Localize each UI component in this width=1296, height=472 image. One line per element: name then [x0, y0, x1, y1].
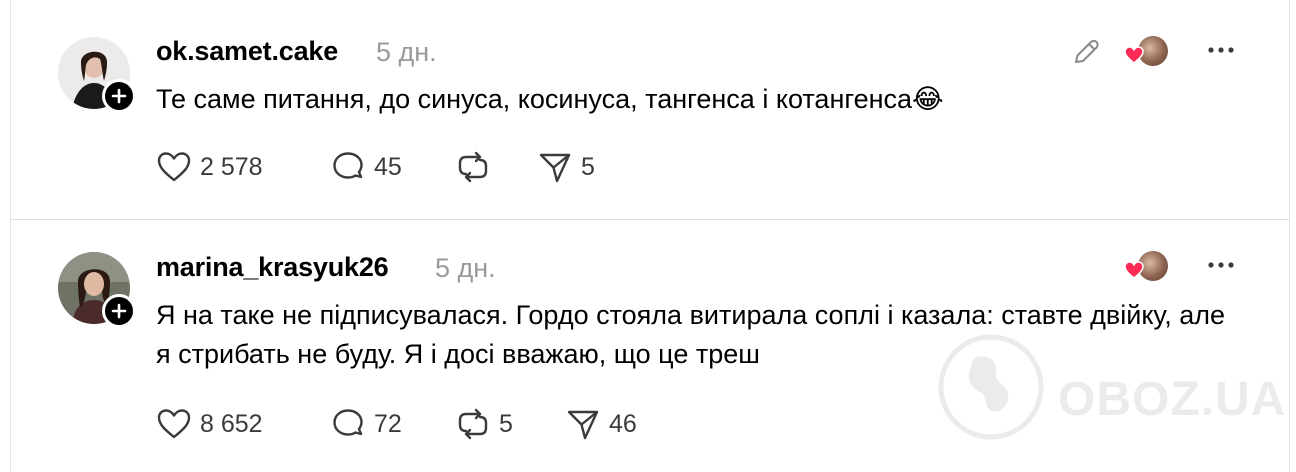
repost-button[interactable]: 5	[455, 407, 513, 441]
share-count: 5	[581, 152, 595, 181]
timestamp: 5 дн.	[376, 37, 437, 67]
repost-button[interactable]	[455, 150, 499, 184]
heart-icon	[1124, 261, 1144, 279]
more-icon[interactable]	[1207, 259, 1235, 271]
heart-icon	[1124, 46, 1144, 64]
share-icon	[567, 410, 599, 440]
timestamp: 5 дн.	[435, 253, 496, 283]
watermark: OBOZ.UA	[932, 322, 1292, 472]
like-button[interactable]: 8 652	[156, 407, 263, 441]
edit-icon[interactable]	[1070, 36, 1102, 68]
liked-by-author-badge	[1124, 36, 1170, 70]
plus-icon	[111, 303, 127, 319]
share-icon	[539, 153, 571, 183]
heart-icon	[157, 409, 191, 439]
repost-icon	[458, 408, 488, 440]
username[interactable]: ok.samet.cake	[156, 36, 338, 67]
post-text: Те саме питання, до синуса, косинуса, та…	[156, 84, 944, 114]
share-count: 46	[609, 409, 637, 438]
like-button[interactable]: 2 578	[156, 150, 263, 184]
comment-icon	[333, 152, 363, 179]
like-count: 2 578	[200, 152, 263, 181]
heart-icon	[157, 152, 191, 182]
left-border	[10, 0, 11, 472]
comment-icon	[333, 409, 363, 436]
like-count: 8 652	[200, 409, 263, 438]
share-button[interactable]: 5	[537, 150, 595, 184]
comment-button[interactable]: 45	[330, 150, 402, 184]
watermark-text: OBOZ.UA	[1058, 373, 1287, 426]
comment-count: 45	[374, 152, 402, 181]
username[interactable]: marina_krasyuk26	[156, 252, 389, 283]
more-icon[interactable]	[1207, 44, 1235, 56]
follow-button[interactable]	[102, 294, 136, 328]
repost-icon	[458, 151, 488, 183]
plus-icon	[111, 88, 127, 104]
divider	[11, 219, 1289, 220]
repost-count: 5	[499, 409, 513, 438]
share-button[interactable]: 46	[565, 407, 637, 441]
follow-button[interactable]	[102, 79, 136, 113]
comment-count: 72	[374, 409, 402, 438]
globe-icon	[938, 334, 1044, 440]
comment-button[interactable]: 72	[330, 407, 402, 441]
liked-by-author-badge	[1124, 251, 1170, 285]
